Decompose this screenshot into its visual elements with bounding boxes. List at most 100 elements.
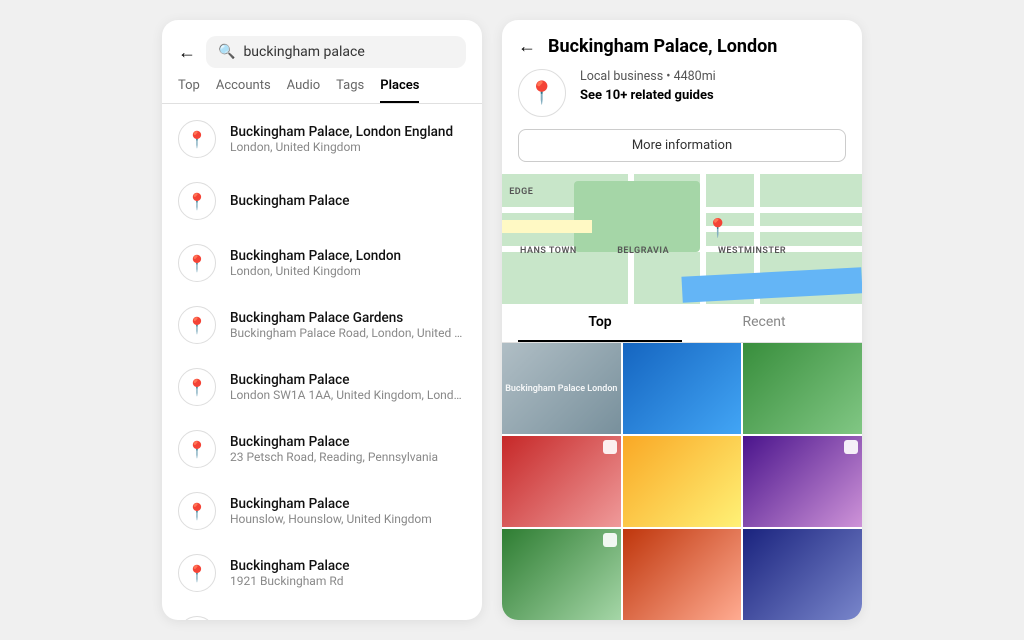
more-info-button[interactable]: More information — [518, 129, 846, 162]
result-name: Buckingham Palace — [230, 558, 466, 574]
search-header: ← 🔍 buckingham palace — [162, 20, 482, 68]
result-name: Buckingham Palace — [230, 193, 466, 209]
photo-cell[interactable] — [623, 343, 742, 434]
place-map[interactable]: HANS TOWN BELGRAVIA WESTMINSTER EDGE 📍 — [502, 174, 862, 304]
place-title: Buckingham Palace, London — [548, 36, 777, 57]
photo-inner — [623, 529, 742, 620]
location-pin-icon: 📍 — [187, 440, 207, 459]
result-name: Buckingham Palace — [230, 496, 466, 512]
result-subtitle: Hounslow, Hounslow, United Kingdom — [230, 512, 466, 526]
result-subtitle: Buckingham Palace Road, London, United K… — [230, 326, 466, 340]
place-info-row: 📍 Local business • 4480mi See 10+ relate… — [502, 69, 862, 129]
result-text: Buckingham Palace, LondonLondon, United … — [230, 248, 466, 278]
location-icon-wrap: 📍 — [178, 244, 216, 282]
location-icon-wrap: 📍 — [178, 430, 216, 468]
detail-back-button[interactable]: ← — [518, 36, 536, 57]
search-icon: 🔍 — [218, 44, 235, 60]
result-text: Buckingham PalaceLondon SW1A 1AA, United… — [230, 372, 466, 402]
photo-multi-icon — [603, 440, 617, 454]
location-pin-icon: 📍 — [187, 254, 207, 273]
photo-inner — [743, 343, 862, 434]
list-item[interactable]: 📍 Buckingham PalaceLondon SW1A 1AA, Unite… — [162, 356, 482, 418]
location-icon-wrap: 📍 — [178, 492, 216, 530]
map-label-hans-town: HANS TOWN — [520, 246, 577, 256]
place-pin-icon: 📍 — [528, 81, 555, 106]
result-text: Buckingham Palace23 Petsch Road, Reading… — [230, 434, 466, 464]
photo-label: Buckingham Palace London — [503, 382, 619, 396]
place-detail-panel: ← Buckingham Palace, London 📍 Local busi… — [502, 20, 862, 620]
result-name: Buckingham Palace — [230, 372, 466, 388]
place-pin-icon-wrap: 📍 — [518, 69, 566, 117]
photo-grid: Buckingham Palace London — [502, 343, 862, 620]
result-name: Buckingham Palace, London — [230, 248, 466, 264]
location-icon-wrap: 📍 — [178, 554, 216, 592]
back-button[interactable]: ← — [178, 42, 196, 63]
photo-cell[interactable] — [502, 529, 621, 620]
location-icon-wrap: 📍 — [178, 120, 216, 158]
photo-cell[interactable] — [623, 529, 742, 620]
list-item[interactable]: 📍 Buckingham Palace1921 Buckingham Rd — [162, 542, 482, 604]
list-item[interactable]: 📍Buckingham PalaceBangkok, Thailand — [162, 604, 482, 620]
map-label-westminster: WESTMINSTER — [718, 246, 786, 256]
location-pin-icon: 📍 — [187, 378, 207, 397]
list-item[interactable]: 📍 Buckingham Palace — [162, 170, 482, 232]
photo-cell[interactable] — [743, 529, 862, 620]
search-bar[interactable]: 🔍 buckingham palace — [206, 36, 466, 68]
tab-tags[interactable]: Tags — [336, 78, 364, 103]
list-item[interactable]: 📍 Buckingham PalaceHounslow, Hounslow, Un… — [162, 480, 482, 542]
photo-multi-icon — [844, 440, 858, 454]
map-label-belgravia: BELGRAVIA — [617, 246, 669, 256]
detail-tab-top[interactable]: Top — [518, 304, 682, 342]
detail-header: ← Buckingham Palace, London — [502, 20, 862, 69]
location-pin-icon: 📍 — [187, 502, 207, 521]
location-icon-wrap: 📍 — [178, 616, 216, 620]
tab-places[interactable]: Places — [380, 78, 419, 103]
result-subtitle: 23 Petsch Road, Reading, Pennsylvania — [230, 450, 466, 464]
place-guides-link[interactable]: See 10+ related guides — [580, 88, 716, 103]
map-label-edge: EDGE — [509, 187, 533, 197]
result-text: Buckingham Palace, London EnglandLondon,… — [230, 124, 466, 154]
tab-accounts[interactable]: Accounts — [216, 78, 271, 103]
app-container: ← 🔍 buckingham palace Top Accounts Audio Ta… — [0, 0, 1024, 640]
result-name: Buckingham Palace Gardens — [230, 310, 466, 326]
search-results-panel: ← 🔍 buckingham palace Top Accounts Audio Ta… — [162, 20, 482, 620]
place-category: Local business • 4480mi — [580, 69, 716, 84]
photo-multi-icon — [603, 533, 617, 547]
place-text-block: Local business • 4480mi See 10+ related … — [580, 69, 716, 103]
photo-inner: Buckingham Palace London — [502, 343, 621, 434]
tab-top[interactable]: Top — [178, 78, 200, 103]
result-text: Buckingham Palace — [230, 193, 466, 209]
location-icon-wrap: 📍 — [178, 368, 216, 406]
detail-tabs: TopRecent — [502, 304, 862, 343]
photo-cell[interactable] — [623, 436, 742, 527]
results-list: 📍Buckingham Palace, London EnglandLondon… — [162, 104, 482, 620]
location-icon-wrap: 📍 — [178, 182, 216, 220]
photo-inner — [743, 529, 862, 620]
photo-cell[interactable] — [502, 436, 621, 527]
result-name: Buckingham Palace, London England — [230, 124, 466, 140]
result-subtitle: London SW1A 1AA, United Kingdom, London.… — [230, 388, 466, 402]
location-icon-wrap: 📍 — [178, 306, 216, 344]
location-pin-icon: 📍 — [187, 192, 207, 211]
result-name: Buckingham Palace — [230, 434, 466, 450]
search-tabs: Top Accounts Audio Tags Places — [162, 68, 482, 104]
detail-tab-recent[interactable]: Recent — [682, 304, 846, 342]
photo-cell[interactable] — [743, 436, 862, 527]
list-item[interactable]: 📍 Buckingham Palace23 Petsch Road, Readin… — [162, 418, 482, 480]
photo-cell[interactable] — [743, 343, 862, 434]
photo-cell[interactable]: Buckingham Palace London — [502, 343, 621, 434]
tab-audio[interactable]: Audio — [287, 78, 320, 103]
result-text: Buckingham Palace GardensBuckingham Pala… — [230, 310, 466, 340]
result-subtitle: 1921 Buckingham Rd — [230, 574, 466, 588]
map-background: HANS TOWN BELGRAVIA WESTMINSTER EDGE 📍 — [502, 174, 862, 304]
map-location-pin: 📍 — [707, 218, 729, 239]
result-subtitle: London, United Kingdom — [230, 140, 466, 154]
photo-inner — [623, 436, 742, 527]
search-query: buckingham palace — [243, 44, 364, 60]
result-subtitle: London, United Kingdom — [230, 264, 466, 278]
list-item[interactable]: 📍 Buckingham Palace GardensBuckingham Pal… — [162, 294, 482, 356]
location-pin-icon: 📍 — [187, 564, 207, 583]
list-item[interactable]: 📍 Buckingham Palace, London EnglandLondon… — [162, 108, 482, 170]
list-item[interactable]: 📍 Buckingham Palace, LondonLondon, United… — [162, 232, 482, 294]
result-text: Buckingham Palace1921 Buckingham Rd — [230, 558, 466, 588]
